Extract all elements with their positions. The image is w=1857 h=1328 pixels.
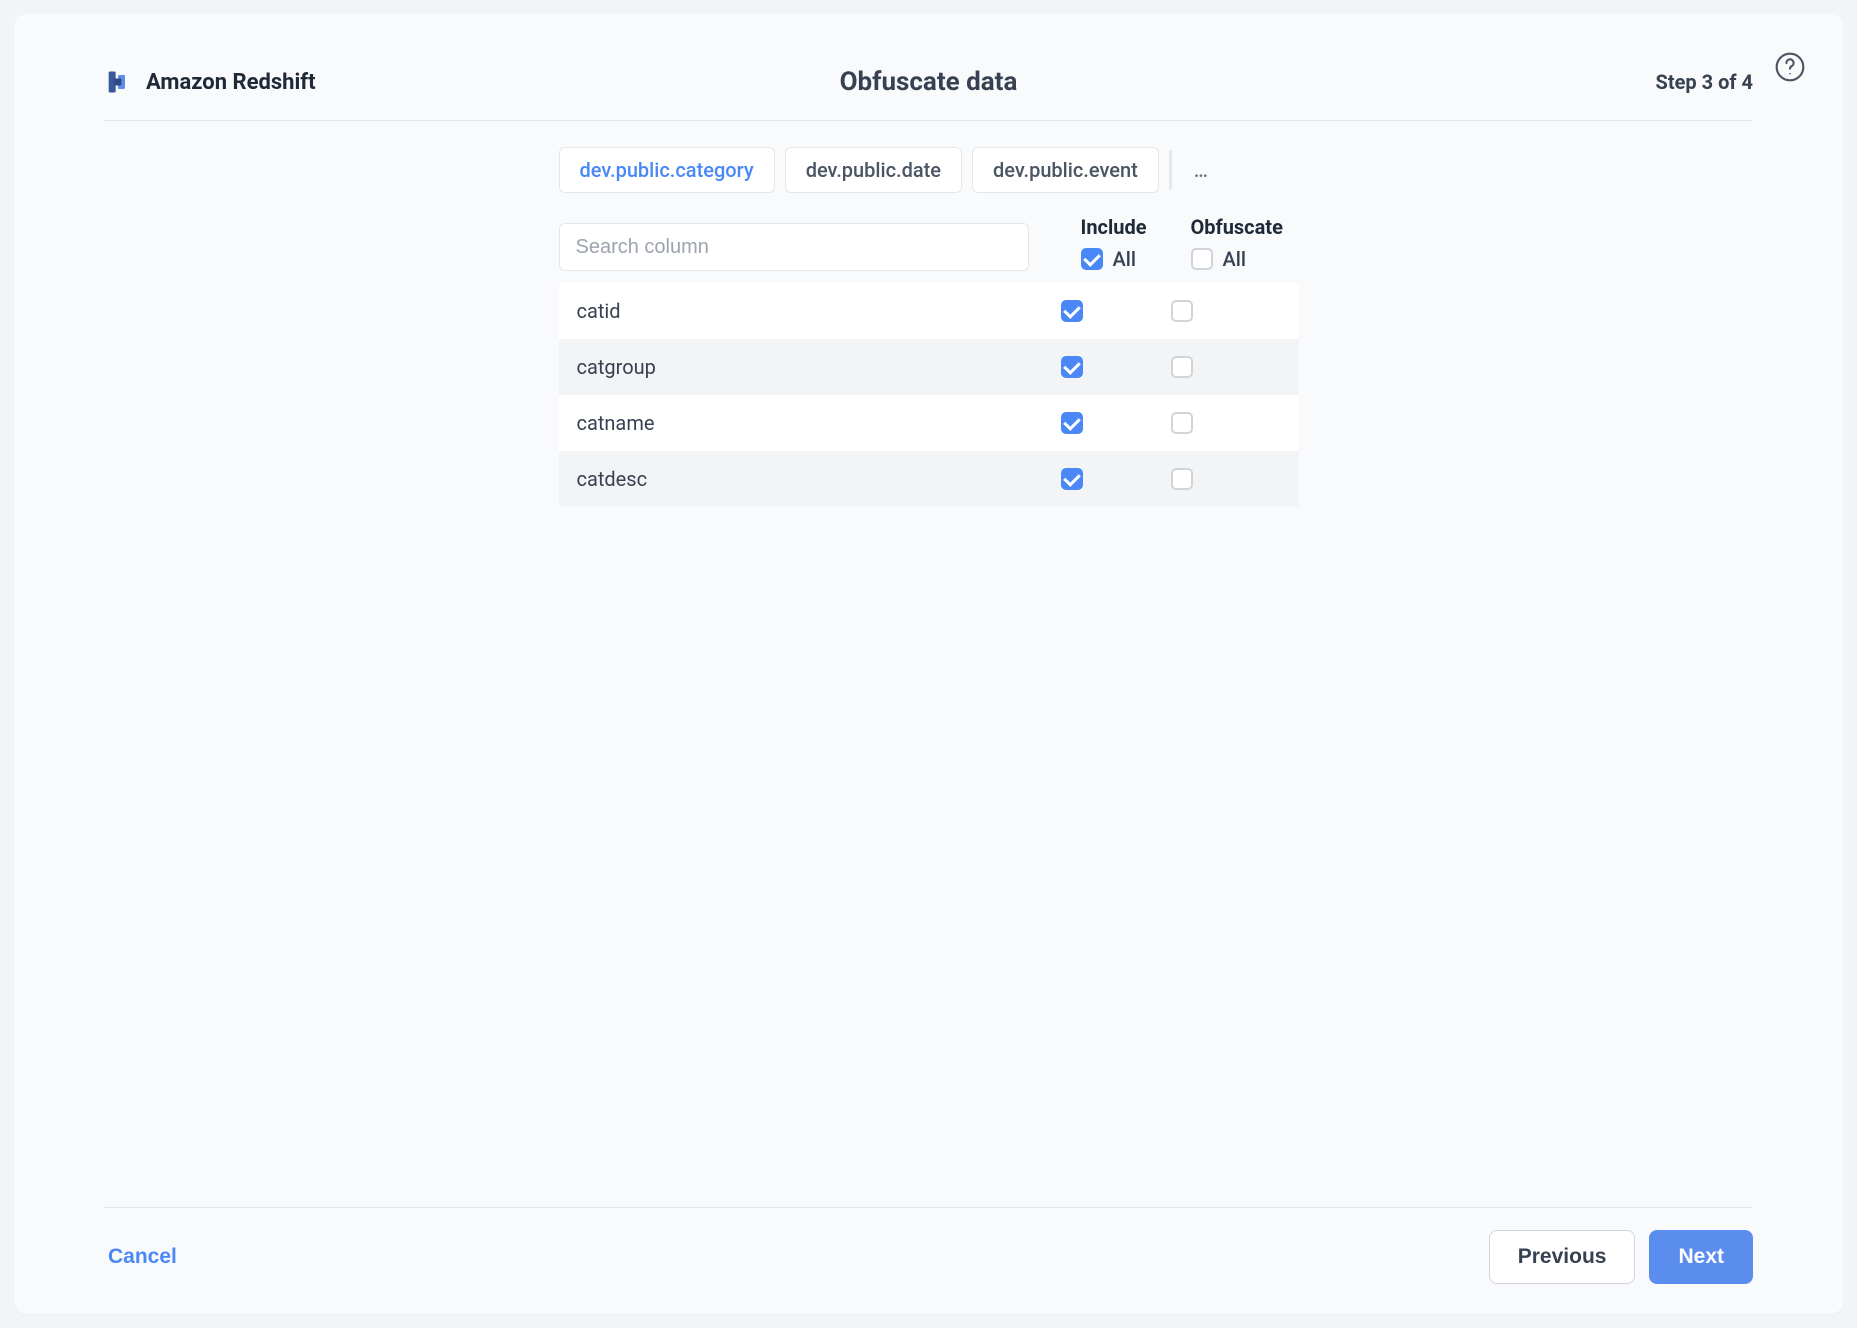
table-tabs: dev.public.categorydev.public.datedev.pu… (559, 147, 1299, 193)
table-row: catgroup (559, 339, 1299, 395)
content-area: dev.public.categorydev.public.datedev.pu… (104, 121, 1753, 1207)
page-title: Obfuscate data (840, 67, 1018, 97)
table-row: catid (559, 283, 1299, 339)
source-label: Amazon Redshift (146, 70, 316, 95)
next-button[interactable]: Next (1649, 1230, 1753, 1284)
obfuscate-checkbox[interactable] (1171, 412, 1193, 434)
column-name: catname (577, 411, 1061, 435)
obfuscate-all-label: All (1223, 247, 1246, 271)
table-row: catdesc (559, 451, 1299, 507)
column-name: catid (577, 299, 1061, 323)
previous-button[interactable]: Previous (1489, 1230, 1636, 1284)
obfuscate-checkbox[interactable] (1171, 468, 1193, 490)
wizard-card: Amazon Redshift Obfuscate data Step 3 of… (14, 14, 1843, 1314)
cancel-button[interactable]: Cancel (104, 1235, 181, 1279)
include-checkbox[interactable] (1061, 300, 1083, 322)
columns-table: catid catgroup catname catdesc (559, 283, 1299, 507)
redshift-icon (104, 68, 132, 96)
include-all-checkbox[interactable] (1081, 248, 1103, 270)
tab-dev-public-date[interactable]: dev.public.date (785, 147, 962, 193)
tab-divider (1169, 150, 1172, 190)
search-input[interactable] (559, 223, 1029, 271)
wizard-header: Amazon Redshift Obfuscate data Step 3 of… (104, 44, 1753, 121)
obfuscate-column-header: Obfuscate All (1189, 215, 1299, 271)
include-all-label: All (1113, 247, 1136, 271)
include-checkbox[interactable] (1061, 468, 1083, 490)
tab-dev-public-event[interactable]: dev.public.event (972, 147, 1159, 193)
column-name: catgroup (577, 355, 1061, 379)
obfuscate-title: Obfuscate (1191, 215, 1299, 239)
include-column-header: Include All (1079, 215, 1189, 271)
include-title: Include (1081, 215, 1189, 239)
wizard-footer: Cancel Previous Next (104, 1207, 1753, 1284)
step-indicator: Step 3 of 4 (1656, 70, 1753, 94)
obfuscate-checkbox[interactable] (1171, 300, 1193, 322)
table-row: catname (559, 395, 1299, 451)
column-name: catdesc (577, 467, 1061, 491)
more-tabs-button[interactable]: … (1182, 148, 1222, 192)
include-checkbox[interactable] (1061, 356, 1083, 378)
help-icon[interactable] (1773, 50, 1807, 84)
obfuscate-all-checkbox[interactable] (1191, 248, 1213, 270)
include-checkbox[interactable] (1061, 412, 1083, 434)
tab-dev-public-category[interactable]: dev.public.category (559, 147, 775, 193)
obfuscate-checkbox[interactable] (1171, 356, 1193, 378)
